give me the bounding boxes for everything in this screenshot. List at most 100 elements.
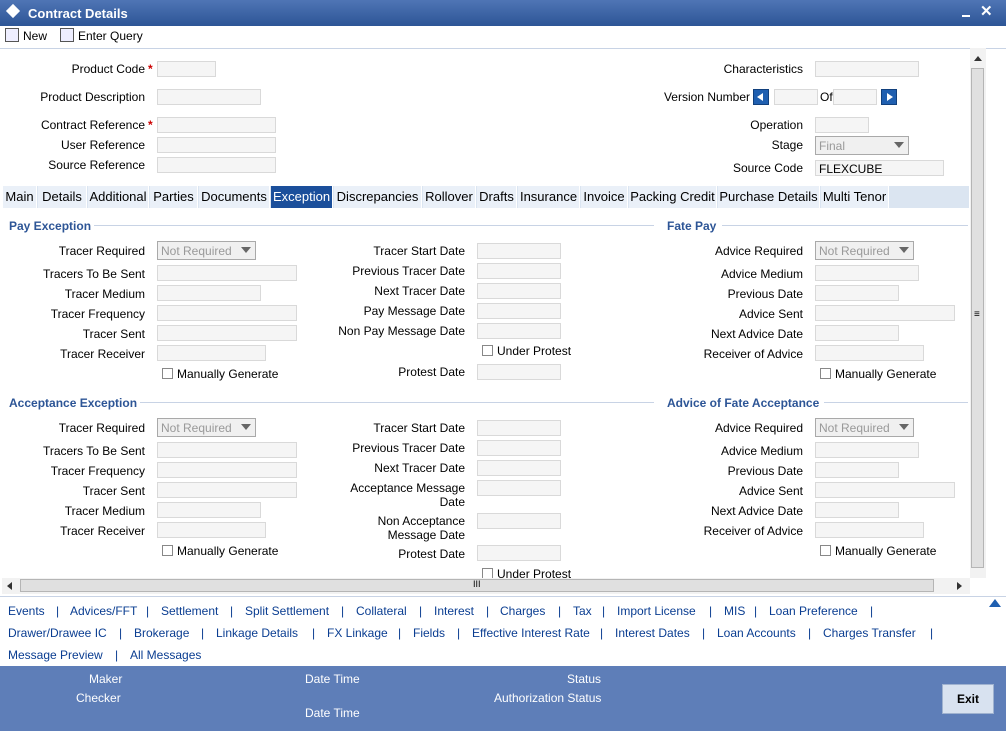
tab-packing-credit[interactable]: Packing Credit	[629, 186, 717, 208]
advice-sent-input[interactable]	[815, 482, 955, 498]
tracer-receiver-input[interactable]	[157, 522, 266, 538]
link-advices-fft[interactable]: Advices/FFT	[70, 604, 137, 618]
previous-date-input[interactable]	[815, 285, 899, 301]
new-button[interactable]: New	[5, 28, 47, 43]
tab-drafts[interactable]: Drafts	[477, 186, 517, 208]
contract-reference-input[interactable]	[157, 117, 276, 133]
tab-details[interactable]: Details	[38, 186, 87, 208]
version-total-input[interactable]	[833, 89, 877, 105]
version-number-input[interactable]	[774, 89, 818, 105]
previous-version-button[interactable]	[753, 89, 769, 105]
next-version-button[interactable]	[881, 89, 897, 105]
user-reference-input[interactable]	[157, 137, 276, 153]
advice-medium-input[interactable]	[815, 265, 919, 281]
enter-query-button[interactable]: Enter Query	[60, 28, 143, 43]
vertical-scrollbar[interactable]: ≡	[970, 48, 986, 578]
link-mis[interactable]: MIS	[724, 604, 745, 618]
link-charges[interactable]: Charges	[500, 604, 545, 618]
product-code-input[interactable]	[157, 61, 216, 77]
previous-tracer-date-input[interactable]	[477, 263, 561, 279]
operation-input[interactable]	[815, 117, 869, 133]
source-reference-input[interactable]	[157, 157, 276, 173]
link-import-license[interactable]: Import License	[617, 604, 696, 618]
tracer-frequency-input[interactable]	[157, 462, 297, 478]
next-tracer-date-input[interactable]	[477, 283, 561, 299]
link-collateral[interactable]: Collateral	[356, 604, 407, 618]
link-loan-preference[interactable]: Loan Preference	[769, 604, 858, 618]
tab-exception[interactable]: Exception	[271, 186, 333, 208]
manually-generate-checkbox[interactable]	[162, 545, 173, 556]
advice-medium-input[interactable]	[815, 442, 919, 458]
previous-date-input[interactable]	[815, 462, 899, 478]
link-loan-accounts[interactable]: Loan Accounts	[717, 626, 796, 640]
scroll-up-icon[interactable]	[974, 56, 982, 61]
non-acceptance-message-date-input[interactable]	[477, 513, 561, 529]
pay-message-date-input[interactable]	[477, 303, 561, 319]
manually-generate-checkbox[interactable]	[162, 368, 173, 379]
link-tax[interactable]: Tax	[573, 604, 592, 618]
link-fields[interactable]: Fields	[413, 626, 445, 640]
tracer-start-date-input[interactable]	[477, 420, 561, 436]
link-charges-transfer[interactable]: Charges Transfer	[823, 626, 916, 640]
characteristics-input[interactable]	[815, 61, 919, 77]
tab-documents[interactable]: Documents	[199, 186, 270, 208]
link-interest-dates[interactable]: Interest Dates	[615, 626, 690, 640]
tracer-sent-input[interactable]	[157, 482, 297, 498]
link-drawer-drawee-ic[interactable]: Drawer/Drawee IC	[8, 626, 107, 640]
link-split-settlement[interactable]: Split Settlement	[245, 604, 329, 618]
collapse-links-icon[interactable]	[989, 599, 1001, 607]
tracer-sent-input[interactable]	[157, 325, 297, 341]
link-all-messages[interactable]: All Messages	[130, 648, 201, 662]
previous-tracer-date-input[interactable]	[477, 440, 561, 456]
minimize-icon[interactable]	[962, 4, 970, 18]
receiver-of-advice-input[interactable]	[815, 522, 924, 538]
acceptance-message-date-input[interactable]	[477, 480, 561, 496]
vertical-scroll-thumb[interactable]: ≡	[971, 68, 984, 568]
tracer-start-date-input[interactable]	[477, 243, 561, 259]
next-tracer-date-input[interactable]	[477, 460, 561, 476]
tab-multi-tenor[interactable]: Multi Tenor	[821, 186, 889, 208]
horizontal-scrollbar[interactable]: III	[2, 578, 970, 594]
next-advice-date-input[interactable]	[815, 325, 899, 341]
tab-discrepancies[interactable]: Discrepancies	[334, 186, 422, 208]
exit-button[interactable]: Exit	[942, 684, 994, 714]
horizontal-scroll-thumb[interactable]: III	[20, 579, 934, 592]
link-interest[interactable]: Interest	[434, 604, 474, 618]
advice-required-select[interactable]: Not Required	[815, 418, 914, 437]
link-effective-interest-rate[interactable]: Effective Interest Rate	[472, 626, 590, 640]
link-brokerage[interactable]: Brokerage	[134, 626, 189, 640]
link-message-preview[interactable]: Message Preview	[8, 648, 103, 662]
tracer-receiver-input[interactable]	[157, 345, 266, 361]
advice-required-select[interactable]: Not Required	[815, 241, 914, 260]
manually-generate-checkbox[interactable]	[820, 368, 831, 379]
tab-additional[interactable]: Additional	[88, 186, 149, 208]
tracers-to-be-sent-input[interactable]	[157, 442, 297, 458]
tab-parties[interactable]: Parties	[150, 186, 198, 208]
non-pay-message-date-input[interactable]	[477, 323, 561, 339]
scroll-left-icon[interactable]	[7, 582, 12, 590]
tab-insurance[interactable]: Insurance	[518, 186, 580, 208]
tab-invoice[interactable]: Invoice	[581, 186, 628, 208]
stage-select[interactable]: Final	[815, 136, 909, 155]
scroll-right-icon[interactable]	[957, 582, 962, 590]
link-settlement[interactable]: Settlement	[161, 604, 218, 618]
next-advice-date-input[interactable]	[815, 502, 899, 518]
under-protest-checkbox[interactable]	[482, 345, 493, 356]
close-icon[interactable]: ✕	[980, 2, 993, 20]
receiver-of-advice-input[interactable]	[815, 345, 924, 361]
product-description-input[interactable]	[157, 89, 261, 105]
tracer-required-select[interactable]: Not Required	[157, 241, 256, 260]
tracer-medium-input[interactable]	[157, 502, 261, 518]
tracer-required-select[interactable]: Not Required	[157, 418, 256, 437]
link-events[interactable]: Events	[8, 604, 45, 618]
advice-sent-input[interactable]	[815, 305, 955, 321]
link-fx-linkage[interactable]: FX Linkage	[327, 626, 388, 640]
tracer-frequency-input[interactable]	[157, 305, 297, 321]
protest-date-input[interactable]	[477, 364, 561, 380]
tracers-to-be-sent-input[interactable]	[157, 265, 297, 281]
tab-rollover[interactable]: Rollover	[423, 186, 476, 208]
protest-date-input[interactable]	[477, 545, 561, 561]
link-linkage-details[interactable]: Linkage Details	[216, 626, 298, 640]
tab-purchase-details[interactable]: Purchase Details	[718, 186, 820, 208]
source-code-input[interactable]: FLEXCUBE	[815, 160, 944, 176]
